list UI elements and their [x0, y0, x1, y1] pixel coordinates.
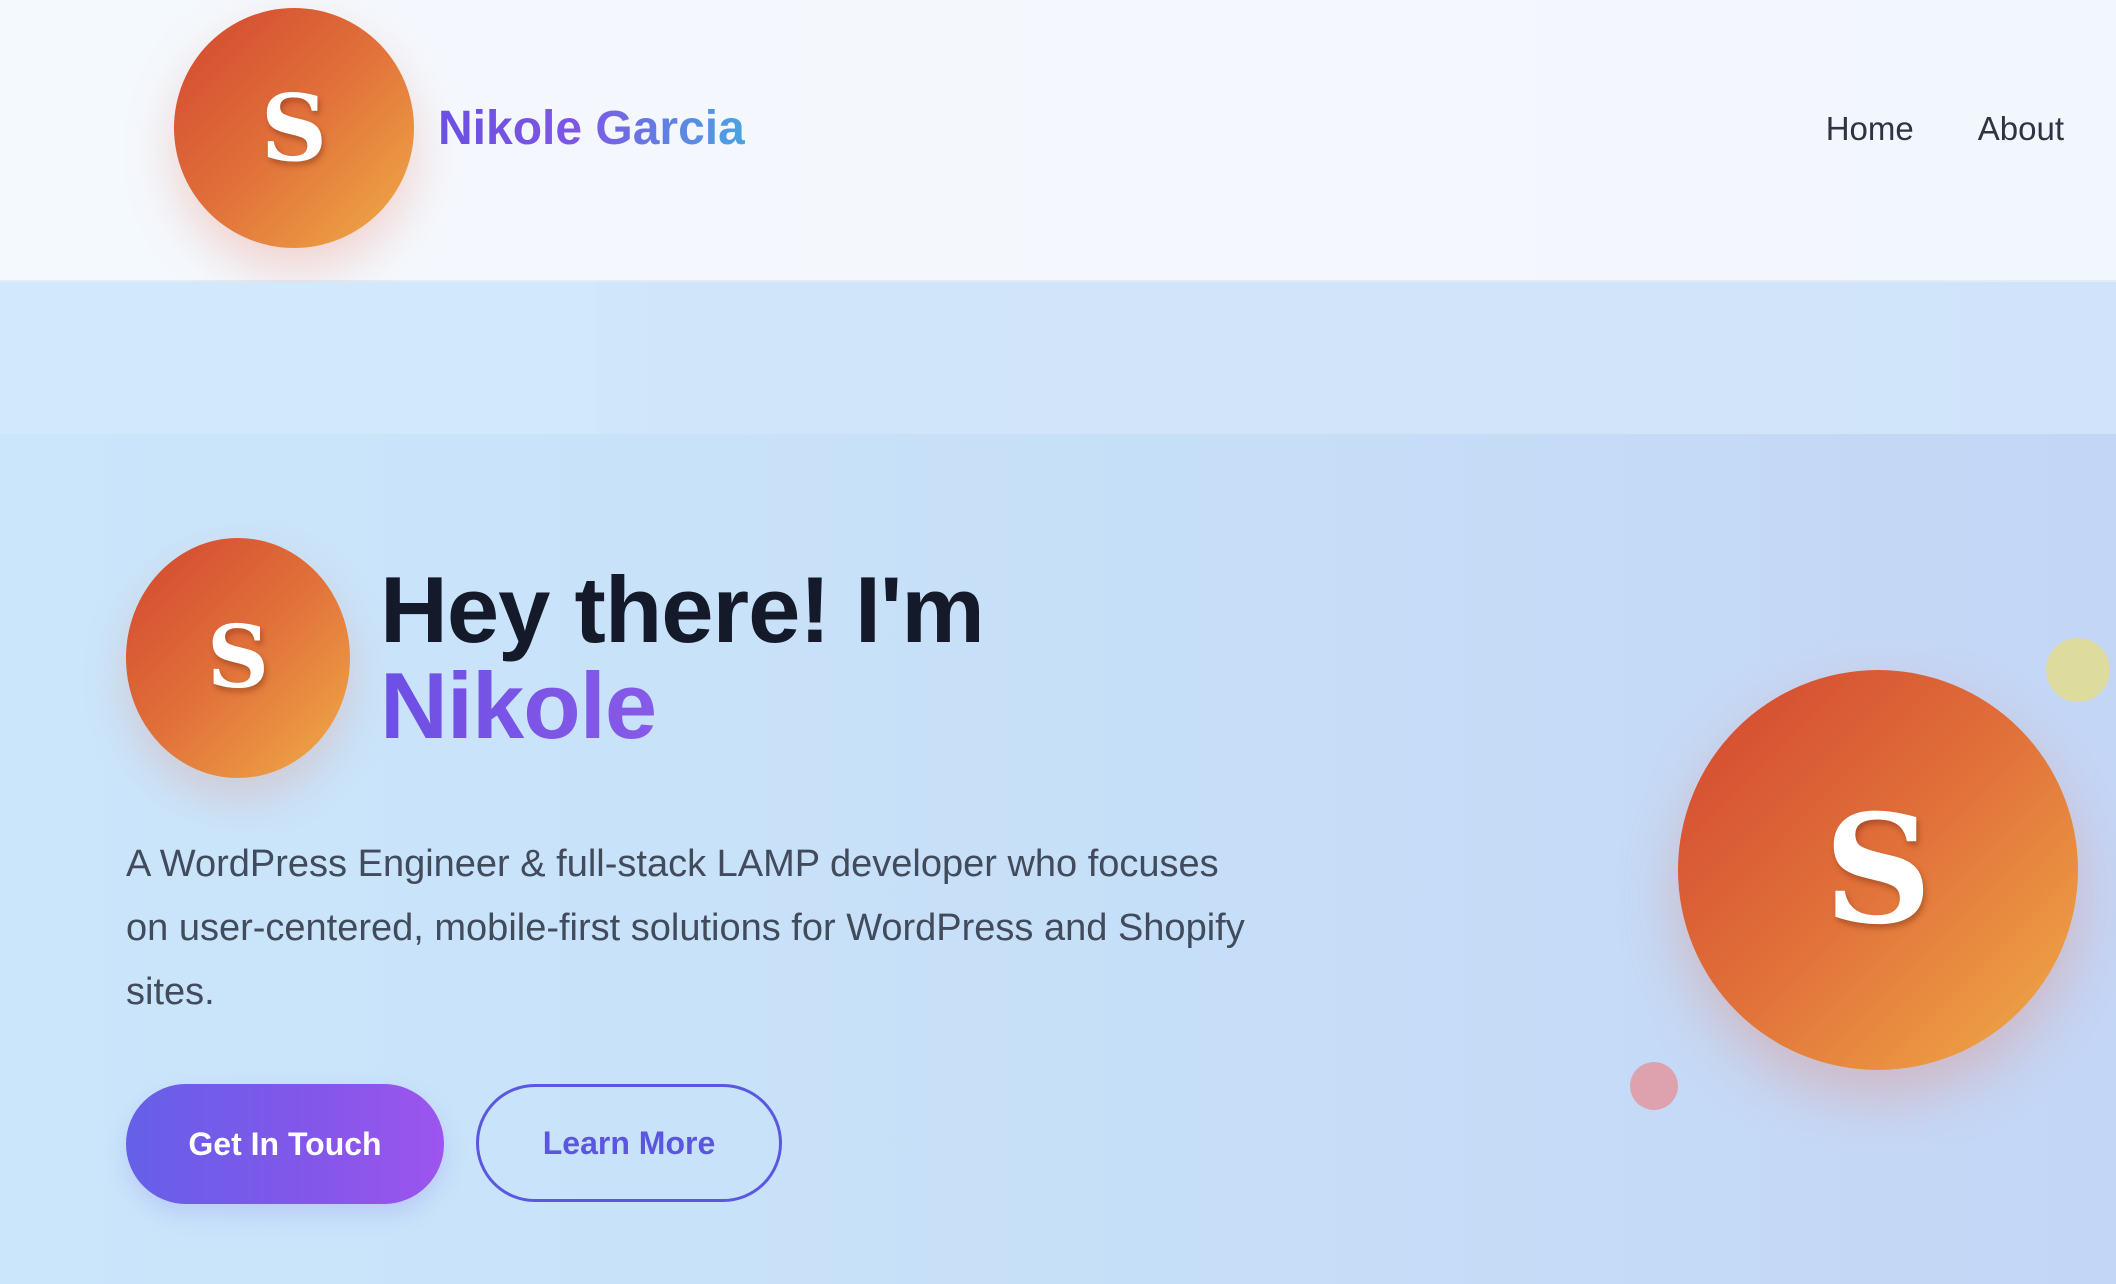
nav-link-home[interactable]: Home: [1826, 104, 1914, 154]
learn-more-button[interactable]: Learn More: [476, 1084, 782, 1202]
logo-letter: S: [260, 74, 328, 182]
band-panel: [0, 282, 596, 434]
yellow-dot-decoration: [2046, 638, 2110, 702]
logo-avatar[interactable]: S: [174, 8, 414, 248]
main-nav: Home About: [1826, 104, 2064, 154]
band-panel: [828, 282, 2116, 434]
get-in-touch-button[interactable]: Get In Touch: [126, 1084, 444, 1204]
hero-title-name: Nikole: [380, 658, 984, 754]
hero-side-avatar-letter: S: [1823, 782, 1933, 958]
band-panel: [596, 282, 828, 434]
pink-dot-decoration: [1630, 1062, 1678, 1110]
nav-link-about[interactable]: About: [1978, 104, 2064, 154]
hero-title-greeting: Hey there! I'm: [380, 557, 985, 662]
hero-title: Hey there! I'm Nikole: [380, 557, 985, 754]
hero-avatar: S: [126, 538, 350, 778]
hero-description: A WordPress Engineer & full-stack LAMP d…: [126, 843, 1245, 1013]
site-header: S Nikole Garcia Home About: [0, 0, 2116, 282]
hero-side-avatar: S: [1678, 670, 2078, 1070]
brand-name[interactable]: Nikole Garcia: [438, 98, 745, 160]
hero-avatar-letter: S: [206, 607, 270, 708]
